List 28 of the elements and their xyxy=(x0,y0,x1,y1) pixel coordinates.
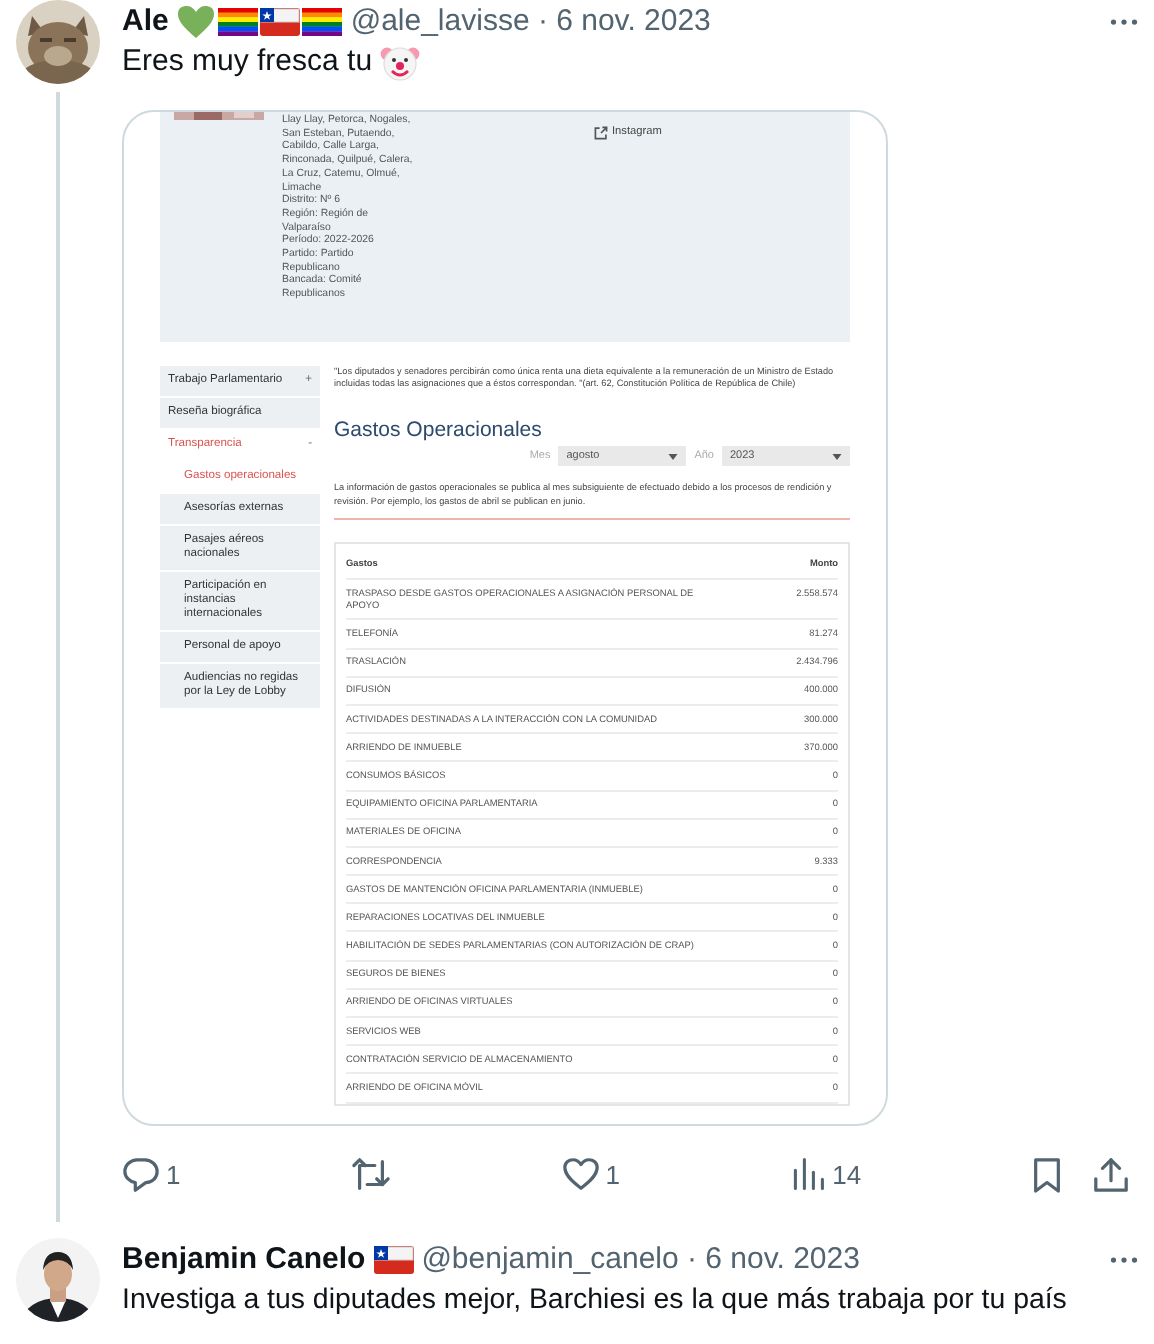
external-link-icon xyxy=(594,125,608,139)
repost-icon[interactable] xyxy=(350,1155,393,1193)
action-count: 14 xyxy=(832,1159,862,1189)
heart-icon xyxy=(176,3,217,39)
section-heading: Gastos Operacionales xyxy=(334,418,544,443)
share-icon[interactable] xyxy=(1091,1155,1130,1193)
author-name[interactable]: Ale xyxy=(122,4,169,38)
author-name[interactable]: Benjamin Canelo xyxy=(122,1242,366,1276)
action-count: 1 xyxy=(605,1159,620,1189)
more-icon[interactable] xyxy=(1110,17,1138,25)
image-attachment[interactable] xyxy=(122,110,888,1126)
chile-flag-icon xyxy=(260,7,301,35)
bookmark-icon[interactable] xyxy=(1029,1155,1064,1193)
caret-icon xyxy=(668,453,679,460)
clown-icon xyxy=(380,42,421,82)
reply-icon[interactable] xyxy=(122,1155,160,1193)
chile-flag-icon xyxy=(373,1245,414,1273)
rainbow-flag-icon xyxy=(302,7,343,35)
caret-icon xyxy=(832,453,842,460)
bar-chart-icon[interactable] xyxy=(790,1156,827,1192)
tweet-text: Investiga a tus diputades mejor, Barchiesi es la que más trabaja por tu país xyxy=(122,1282,1067,1320)
tweet-text: Eres muy fresca tu xyxy=(122,42,373,82)
heart-icon[interactable] xyxy=(561,1156,600,1192)
action-count: 1 xyxy=(166,1159,181,1189)
rainbow-flag-icon xyxy=(218,7,259,35)
handle-and-date[interactable]: @ale_lavisse · 6 nov. 2023 xyxy=(350,4,711,38)
handle-and-date[interactable]: @benjamin_canelo · 6 nov. 2023 xyxy=(421,1242,860,1276)
more-icon[interactable] xyxy=(1110,1255,1138,1263)
